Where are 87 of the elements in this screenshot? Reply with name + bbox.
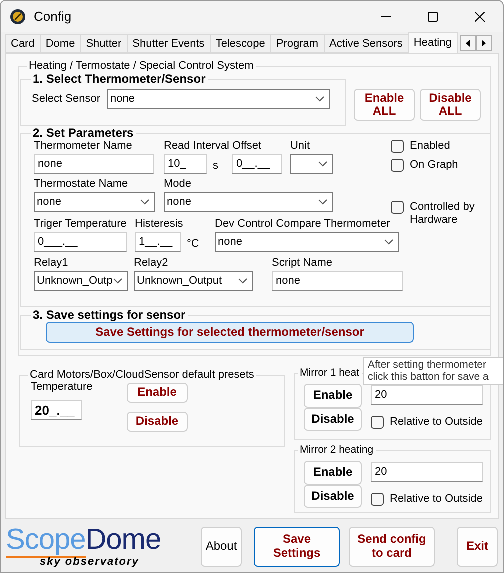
- window-title: Config: [34, 9, 72, 24]
- field-label: Script Name: [272, 257, 334, 269]
- section-title: 1. Select Thermometer/Sensor: [32, 72, 207, 86]
- save-sensor-button[interactable]: Save Settings for selected thermometer/sensor: [46, 322, 414, 343]
- text-field[interactable]: none: [34, 154, 154, 174]
- tab[interactable]: Shutter: [80, 34, 128, 53]
- group-title: Heating / Termostate / Special Control System: [28, 60, 255, 72]
- tab[interactable]: Active Sensors: [324, 34, 409, 53]
- checkbox-label: Enabled: [410, 140, 450, 153]
- footer-button[interactable]: Save Settings: [254, 526, 340, 566]
- field-label: Temperature: [31, 381, 93, 393]
- field-label: Unit: [290, 140, 311, 152]
- field-label: Triger Temperature: [34, 218, 127, 230]
- unit-label: s: [212, 159, 220, 172]
- checkbox[interactable]: [371, 416, 384, 429]
- checkbox[interactable]: [391, 140, 404, 153]
- checkbox[interactable]: [371, 493, 384, 506]
- dropdown[interactable]: none: [215, 232, 399, 252]
- field-label: Mode: [164, 178, 193, 190]
- tab[interactable]: Telescope: [210, 34, 272, 53]
- text-field[interactable]: 20: [371, 462, 483, 482]
- text-field[interactable]: 0__.__: [232, 154, 282, 174]
- dropdown[interactable]: [290, 154, 334, 174]
- heater-button[interactable]: Enable: [304, 384, 362, 408]
- heater-button[interactable]: Disable: [304, 485, 362, 508]
- heater-button[interactable]: Disable: [304, 408, 362, 431]
- bulk-button[interactable]: Enable ALL: [354, 89, 415, 121]
- close-icon: [474, 12, 484, 22]
- checkbox-label: Relative to Outside: [390, 493, 483, 506]
- unit-label: °C: [186, 237, 200, 250]
- tab[interactable]: Card: [5, 34, 41, 53]
- footer-button[interactable]: Exit: [457, 526, 498, 566]
- chevron-down-icon: [315, 96, 326, 102]
- tab[interactable]: Dome: [40, 34, 82, 53]
- tab[interactable]: Shutter Events: [126, 34, 211, 53]
- dropdown[interactable]: Unknown_Outp: [34, 271, 128, 291]
- field-label: Histeresis: [135, 218, 184, 230]
- footer-button[interactable]: About: [201, 526, 242, 566]
- section-title: 3. Save settings for sensor: [32, 308, 187, 322]
- section-title: 2. Set Parameters: [32, 126, 135, 140]
- field-label: Thermometer Name: [34, 140, 134, 152]
- field-label: Select Sensor: [32, 93, 100, 105]
- scroll-right-button[interactable]: [476, 35, 492, 51]
- heater-button[interactable]: Enable: [304, 461, 362, 485]
- group-title: Mirror 2 heating: [299, 444, 375, 456]
- text-field[interactable]: none: [272, 271, 403, 291]
- preset-button[interactable]: Enable: [126, 383, 188, 403]
- chevron-down-icon: [113, 278, 123, 284]
- chevron-down-icon: [318, 161, 328, 167]
- dropdown[interactable]: Unknown_Output: [134, 271, 253, 291]
- logo: ScopeDome sky observatory: [6, 524, 162, 569]
- text-field[interactable]: 20: [371, 385, 483, 405]
- dropdown[interactable]: none: [34, 192, 155, 212]
- tab[interactable]: Heating: [408, 32, 458, 53]
- field-label: Offset: [232, 140, 263, 152]
- dropdown[interactable]: none: [107, 89, 330, 109]
- tooltip: After setting thermometer click this batton for save a: [363, 357, 503, 385]
- dropdown[interactable]: none: [164, 192, 333, 212]
- field-label: Read Interval: [164, 140, 230, 152]
- checkbox-label: Relative to Outside: [390, 416, 483, 429]
- chevron-down-icon: [384, 239, 394, 245]
- preset-button[interactable]: Disable: [126, 412, 188, 432]
- text-field[interactable]: 20_.__: [31, 400, 82, 420]
- text-field[interactable]: 1__.__: [135, 232, 181, 252]
- field-label: Relay2: [134, 257, 170, 269]
- text-field[interactable]: 0___.__: [34, 232, 127, 252]
- text-field[interactable]: 10_: [164, 154, 207, 174]
- left-triangle-icon: [466, 40, 470, 46]
- tab[interactable]: Program: [270, 34, 325, 53]
- field-label: Thermostate Name: [34, 178, 130, 190]
- checkbox[interactable]: [391, 201, 404, 214]
- field-label: Relay1: [34, 257, 70, 269]
- checkbox-label: On Graph: [410, 159, 458, 172]
- checkbox-label: Controlled by Hardware: [410, 201, 476, 226]
- chevron-down-icon: [238, 278, 248, 284]
- maximize-icon: [428, 12, 438, 22]
- scroll-left-button[interactable]: [460, 35, 476, 51]
- chevron-down-icon: [318, 199, 328, 205]
- bulk-button[interactable]: Disable ALL: [420, 89, 481, 121]
- checkbox[interactable]: [391, 159, 404, 172]
- app-icon: [10, 8, 26, 24]
- group-title: Card Motors/Box/CloudSensor default presets: [29, 369, 256, 381]
- right-triangle-icon: [482, 40, 486, 46]
- group-title: Mirror 1 heat: [299, 367, 361, 379]
- field-label: Dev Control Compare Thermometer: [215, 218, 392, 230]
- chevron-down-icon: [140, 199, 150, 205]
- footer-button[interactable]: Send config to card: [349, 526, 435, 566]
